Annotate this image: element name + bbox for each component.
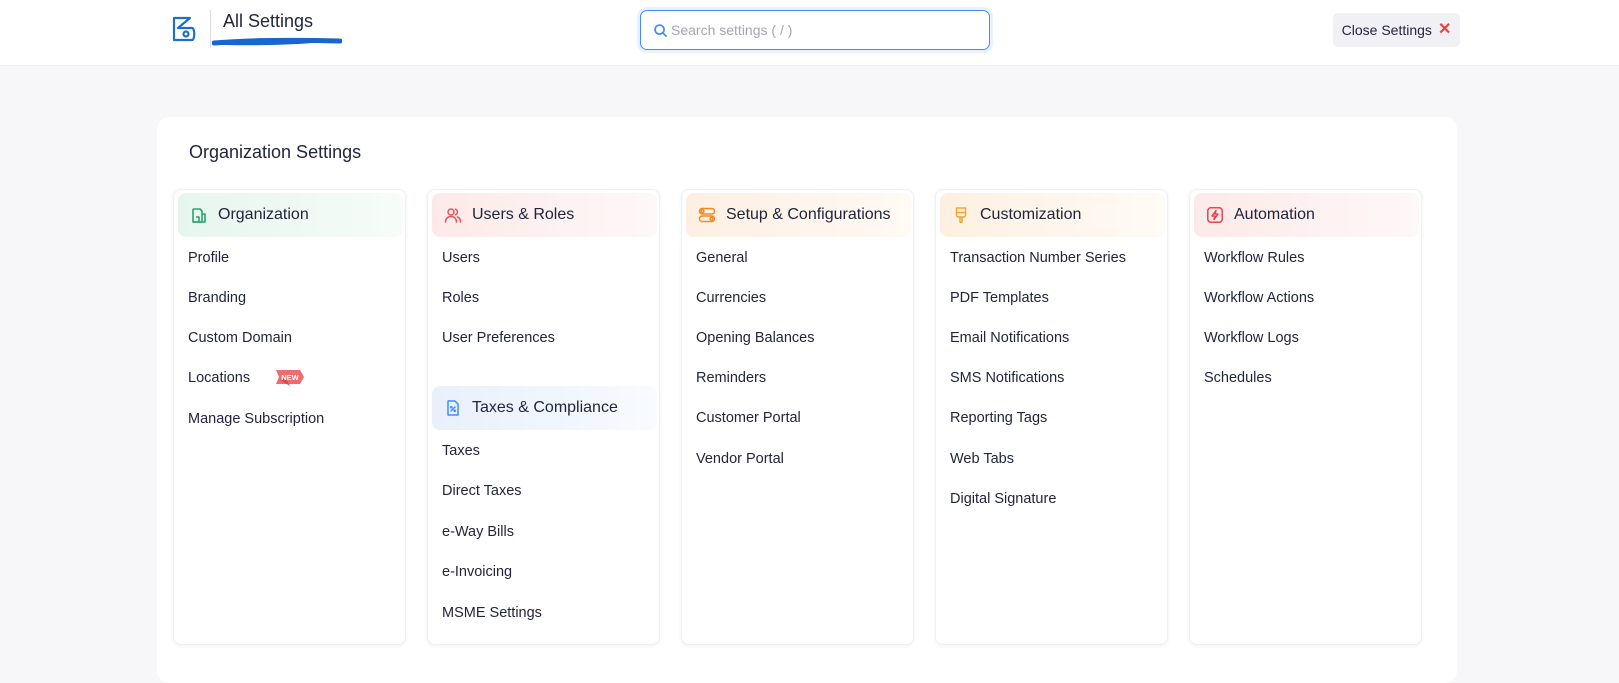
settings-link-customer-portal[interactable]: Customer Portal bbox=[696, 407, 801, 429]
settings-card: Organization Settings Organization Profi… bbox=[157, 117, 1457, 683]
group-title: Taxes & Compliance bbox=[472, 399, 618, 416]
group-title: Users & Roles bbox=[472, 206, 575, 223]
settings-link-users[interactable]: Users bbox=[442, 247, 480, 269]
settings-link-custom-domain[interactable]: Custom Domain bbox=[188, 327, 292, 349]
logo-divider bbox=[210, 10, 211, 48]
settings-link-web-tabs[interactable]: Web Tabs bbox=[950, 448, 1014, 470]
redacted-org-name bbox=[212, 37, 342, 46]
settings-link-schedules[interactable]: Schedules bbox=[1204, 367, 1272, 389]
settings-link-user-preferences[interactable]: User Preferences bbox=[442, 327, 555, 349]
group-title: Setup & Configurations bbox=[726, 206, 891, 223]
settings-link-manage-subscription[interactable]: Manage Subscription bbox=[188, 408, 324, 430]
group-title: Customization bbox=[980, 206, 1082, 223]
brush-icon bbox=[955, 207, 967, 224]
group-title: Organization bbox=[218, 206, 309, 223]
app-logo-icon[interactable] bbox=[170, 14, 198, 44]
top-bar: All Settings Close Settings ✕ bbox=[0, 0, 1619, 66]
settings-column-users-taxes: Users & Roles Users Roles User Preferenc… bbox=[427, 189, 660, 645]
close-icon: ✕ bbox=[1437, 21, 1452, 38]
search-icon bbox=[654, 24, 667, 37]
settings-link-reporting-tags[interactable]: Reporting Tags bbox=[950, 407, 1047, 429]
lightning-icon bbox=[1207, 207, 1223, 223]
group-header-taxes-compliance: Taxes & Compliance bbox=[432, 386, 657, 430]
settings-link-currencies[interactable]: Currencies bbox=[696, 287, 766, 309]
settings-link-workflow-rules[interactable]: Workflow Rules bbox=[1204, 247, 1304, 269]
settings-link-digital-signature[interactable]: Digital Signature bbox=[950, 488, 1056, 510]
settings-link-locations[interactable]: Locations NEW bbox=[188, 367, 318, 389]
settings-link-transaction-number-series[interactable]: Transaction Number Series bbox=[950, 247, 1126, 269]
settings-link-label: Locations bbox=[188, 370, 251, 386]
settings-link-eway-bills[interactable]: e-Way Bills bbox=[442, 521, 514, 543]
section-title: Organization Settings bbox=[189, 142, 362, 162]
settings-link-workflow-logs[interactable]: Workflow Logs bbox=[1204, 327, 1299, 349]
search-box[interactable] bbox=[640, 10, 990, 50]
settings-link-taxes[interactable]: Taxes bbox=[442, 440, 480, 462]
users-icon bbox=[444, 208, 462, 223]
settings-link-profile[interactable]: Profile bbox=[188, 247, 229, 269]
settings-link-pdf-templates[interactable]: PDF Templates bbox=[950, 287, 1049, 309]
settings-link-einvoicing[interactable]: e-Invoicing bbox=[442, 561, 512, 583]
settings-link-opening-balances[interactable]: Opening Balances bbox=[696, 327, 815, 349]
settings-column-automation: Automation Workflow Rules Workflow Actio… bbox=[1189, 189, 1422, 645]
settings-link-roles[interactable]: Roles bbox=[442, 287, 479, 309]
settings-link-workflow-actions[interactable]: Workflow Actions bbox=[1204, 287, 1314, 309]
config-toggles-icon bbox=[698, 207, 716, 223]
settings-column-customization: Customization Transaction Number Series … bbox=[935, 189, 1168, 645]
settings-link-reminders[interactable]: Reminders bbox=[696, 367, 766, 389]
settings-link-branding[interactable]: Branding bbox=[188, 287, 246, 309]
close-settings-label: Close Settings bbox=[1341, 22, 1432, 38]
group-header-customization: Customization bbox=[940, 193, 1165, 237]
page-title: All Settings bbox=[223, 11, 314, 31]
close-settings-button[interactable]: Close Settings ✕ bbox=[1333, 13, 1460, 47]
group-header-automation: Automation bbox=[1194, 193, 1419, 237]
settings-link-email-notifications[interactable]: Email Notifications bbox=[950, 327, 1069, 349]
building-icon bbox=[192, 208, 206, 223]
settings-link-vendor-portal[interactable]: Vendor Portal bbox=[696, 448, 784, 470]
group-header-organization: Organization bbox=[178, 193, 403, 237]
settings-link-sms-notifications[interactable]: SMS Notifications bbox=[950, 367, 1064, 389]
settings-link-msme-settings[interactable]: MSME Settings bbox=[442, 602, 542, 624]
settings-column-organization: Organization Profile Branding Custom Dom… bbox=[173, 189, 406, 645]
settings-link-general[interactable]: General bbox=[696, 247, 748, 269]
tax-document-icon bbox=[447, 400, 459, 416]
group-header-users-roles: Users & Roles bbox=[432, 193, 657, 237]
search-input[interactable] bbox=[671, 18, 971, 42]
settings-column-setup: Setup & Configurations General Currencie… bbox=[681, 189, 914, 645]
group-title: Automation bbox=[1234, 206, 1315, 223]
new-badge: NEW bbox=[276, 370, 304, 386]
group-header-setup-configurations: Setup & Configurations bbox=[686, 193, 911, 237]
settings-link-direct-taxes[interactable]: Direct Taxes bbox=[442, 480, 522, 502]
new-badge-label: NEW bbox=[281, 373, 299, 382]
